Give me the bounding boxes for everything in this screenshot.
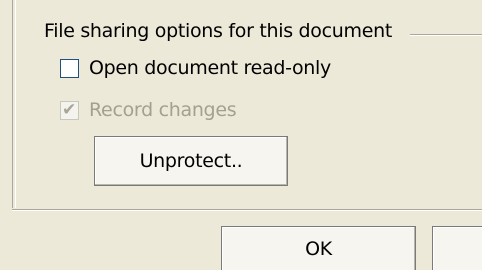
panel-left-border bbox=[12, 0, 16, 208]
unprotect-button[interactable]: Unprotect.. bbox=[94, 136, 288, 186]
read-only-option[interactable]: Open document read-only bbox=[60, 57, 331, 79]
ok-button[interactable]: OK bbox=[221, 226, 416, 270]
panel-bottom-border bbox=[12, 209, 482, 211]
record-changes-label: Record changes bbox=[89, 99, 237, 121]
section-divider bbox=[410, 34, 482, 36]
read-only-checkbox[interactable] bbox=[60, 58, 79, 78]
read-only-label[interactable]: Open document read-only bbox=[89, 57, 331, 79]
checkmark-icon: ✔ bbox=[62, 99, 77, 120]
dialog-fragment: File sharing options for this document O… bbox=[0, 0, 482, 270]
file-sharing-section-title: File sharing options for this document bbox=[44, 20, 393, 42]
cancel-button[interactable] bbox=[432, 226, 482, 270]
record-changes-checkbox: ✔ bbox=[60, 99, 79, 120]
record-changes-option: ✔ Record changes bbox=[60, 99, 237, 121]
